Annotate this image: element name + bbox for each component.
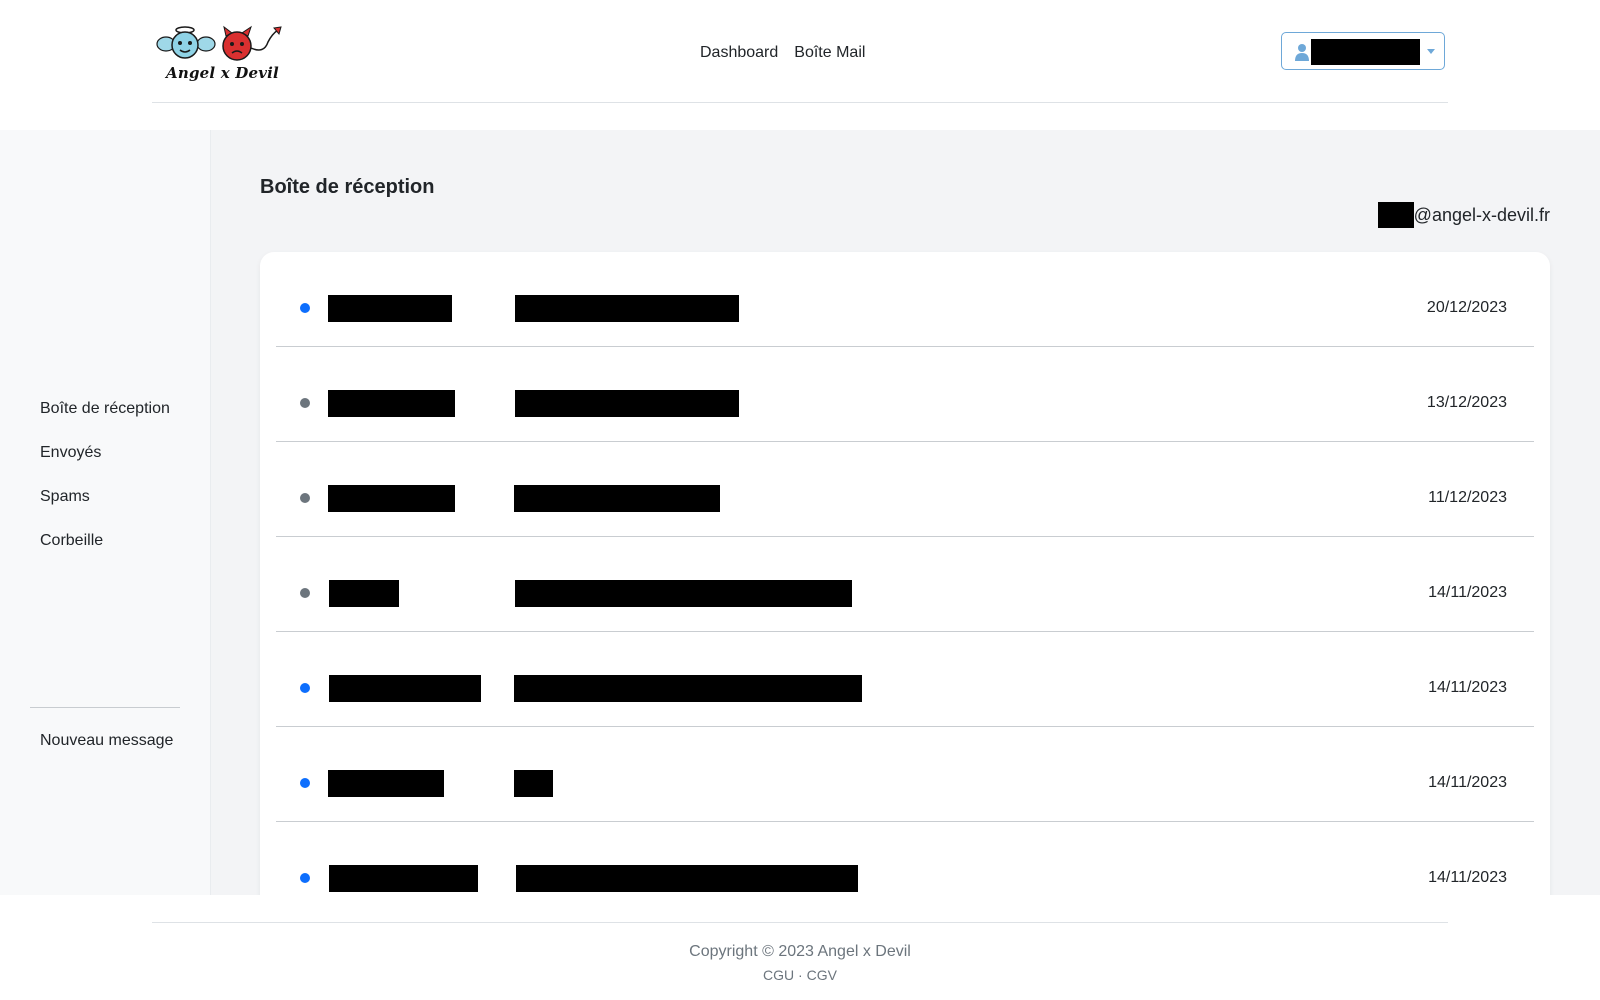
sidebar: Boîte de réception Envoyés Spams Corbeil… bbox=[0, 130, 211, 895]
footer-divider bbox=[152, 922, 1448, 923]
header-bar: Angel x Devil Dashboard Boîte Mail █████… bbox=[152, 0, 1448, 103]
email-row[interactable]: █████████████████████████████████14/11/2… bbox=[276, 537, 1534, 632]
email-date: 11/12/2023 bbox=[1428, 489, 1507, 506]
email-subject-redacted: ███████████████████████████ bbox=[515, 580, 852, 607]
legal-links: CGU · CGV bbox=[0, 967, 1600, 983]
nav-boite-mail[interactable]: Boîte Mail bbox=[786, 40, 873, 66]
mailbox-domain: @angel-x-devil.fr bbox=[1413, 204, 1550, 225]
read-dot-icon bbox=[300, 493, 310, 503]
read-dot-icon bbox=[300, 588, 310, 598]
mailbox-address: ███ @angel-x-devil.fr bbox=[1377, 202, 1550, 228]
email-sender-redacted: ██████████ bbox=[328, 485, 455, 512]
email-date: 20/12/2023 bbox=[1426, 299, 1507, 316]
main-nav: Dashboard Boîte Mail bbox=[692, 40, 873, 66]
brand-logo-text: Angel x Devil bbox=[166, 64, 279, 82]
email-subject-redacted: ████████████████████████████ bbox=[514, 675, 862, 702]
top-header: Angel x Devil Dashboard Boîte Mail █████… bbox=[0, 0, 1600, 130]
read-dot-icon bbox=[300, 398, 310, 408]
email-date: 13/12/2023 bbox=[1426, 394, 1507, 411]
footer: Copyright © 2023 Angel x Devil CGU · CGV bbox=[0, 895, 1600, 1000]
mailbox-user-redacted: ███ bbox=[1377, 202, 1414, 228]
user-icon bbox=[1295, 44, 1309, 61]
sidebar-item-inbox[interactable]: Boîte de réception bbox=[30, 390, 180, 434]
nav-dashboard[interactable]: Dashboard bbox=[692, 40, 786, 66]
cgv-link[interactable]: CGV bbox=[807, 967, 837, 983]
link-separator: · bbox=[798, 967, 803, 983]
email-row[interactable]: ████████████████████████████13/12/2023 bbox=[276, 347, 1534, 442]
email-subject-redacted: ██████████████████ bbox=[515, 295, 739, 322]
email-date: 14/11/2023 bbox=[1428, 679, 1507, 696]
unread-dot-icon bbox=[300, 303, 310, 313]
email-sender-redacted: █████████ bbox=[328, 770, 444, 797]
email-date: 14/11/2023 bbox=[1428, 869, 1507, 886]
email-sender-redacted: ██████████ bbox=[328, 295, 452, 322]
unread-dot-icon bbox=[300, 873, 310, 883]
brand-logo[interactable]: Angel x Devil bbox=[156, 24, 284, 86]
main-content: Boîte de réception ███ @angel-x-devil.fr… bbox=[211, 130, 1600, 895]
email-date: 14/11/2023 bbox=[1428, 774, 1507, 791]
mail-list-card: ████████████████████████████20/12/2023██… bbox=[260, 252, 1550, 895]
unread-dot-icon bbox=[300, 778, 310, 788]
copyright-text: Copyright © 2023 Angel x Devil bbox=[689, 943, 911, 960]
email-sender-redacted: ████████████ bbox=[329, 675, 481, 702]
email-row[interactable]: ███████████████████████████████████████1… bbox=[276, 822, 1534, 895]
email-subject-redacted: ██████████████████ bbox=[515, 390, 739, 417]
email-sender-redacted: ████████████ bbox=[329, 865, 478, 892]
chevron-down-icon bbox=[1427, 49, 1435, 54]
email-subject-redacted: ███████████████████████████ bbox=[516, 865, 858, 892]
angel-devil-logo-icon bbox=[156, 25, 282, 61]
unread-dot-icon bbox=[300, 683, 310, 693]
email-row[interactable]: ██████████████████████████11/12/2023 bbox=[276, 442, 1534, 537]
email-date: 14/11/2023 bbox=[1428, 584, 1507, 601]
email-row[interactable]: ████████████14/11/2023 bbox=[276, 727, 1534, 822]
sidebar-item-trash[interactable]: Corbeille bbox=[30, 522, 180, 566]
mail-list: ████████████████████████████20/12/2023██… bbox=[276, 252, 1534, 895]
cgu-link[interactable]: CGU bbox=[763, 967, 794, 983]
new-message-link[interactable]: Nouveau message bbox=[40, 732, 173, 750]
user-menu-button[interactable]: ████████ bbox=[1281, 32, 1445, 70]
sidebar-item-sent[interactable]: Envoyés bbox=[30, 434, 180, 478]
email-row[interactable]: ████████████████████████████████████████… bbox=[276, 632, 1534, 727]
email-subject-redacted: ███ bbox=[514, 770, 553, 797]
folder-nav: Boîte de réception Envoyés Spams Corbeil… bbox=[30, 390, 180, 566]
email-subject-redacted: ████████████████ bbox=[514, 485, 720, 512]
email-sender-redacted: ██████████ bbox=[328, 390, 455, 417]
email-row[interactable]: ████████████████████████████20/12/2023 bbox=[276, 252, 1534, 347]
email-sender-redacted: ██████ bbox=[329, 580, 399, 607]
user-name-redacted: ████████ bbox=[1311, 39, 1420, 65]
page-title: Boîte de réception bbox=[260, 176, 435, 198]
sidebar-item-spam[interactable]: Spams bbox=[30, 478, 180, 522]
sidebar-divider bbox=[30, 707, 180, 708]
